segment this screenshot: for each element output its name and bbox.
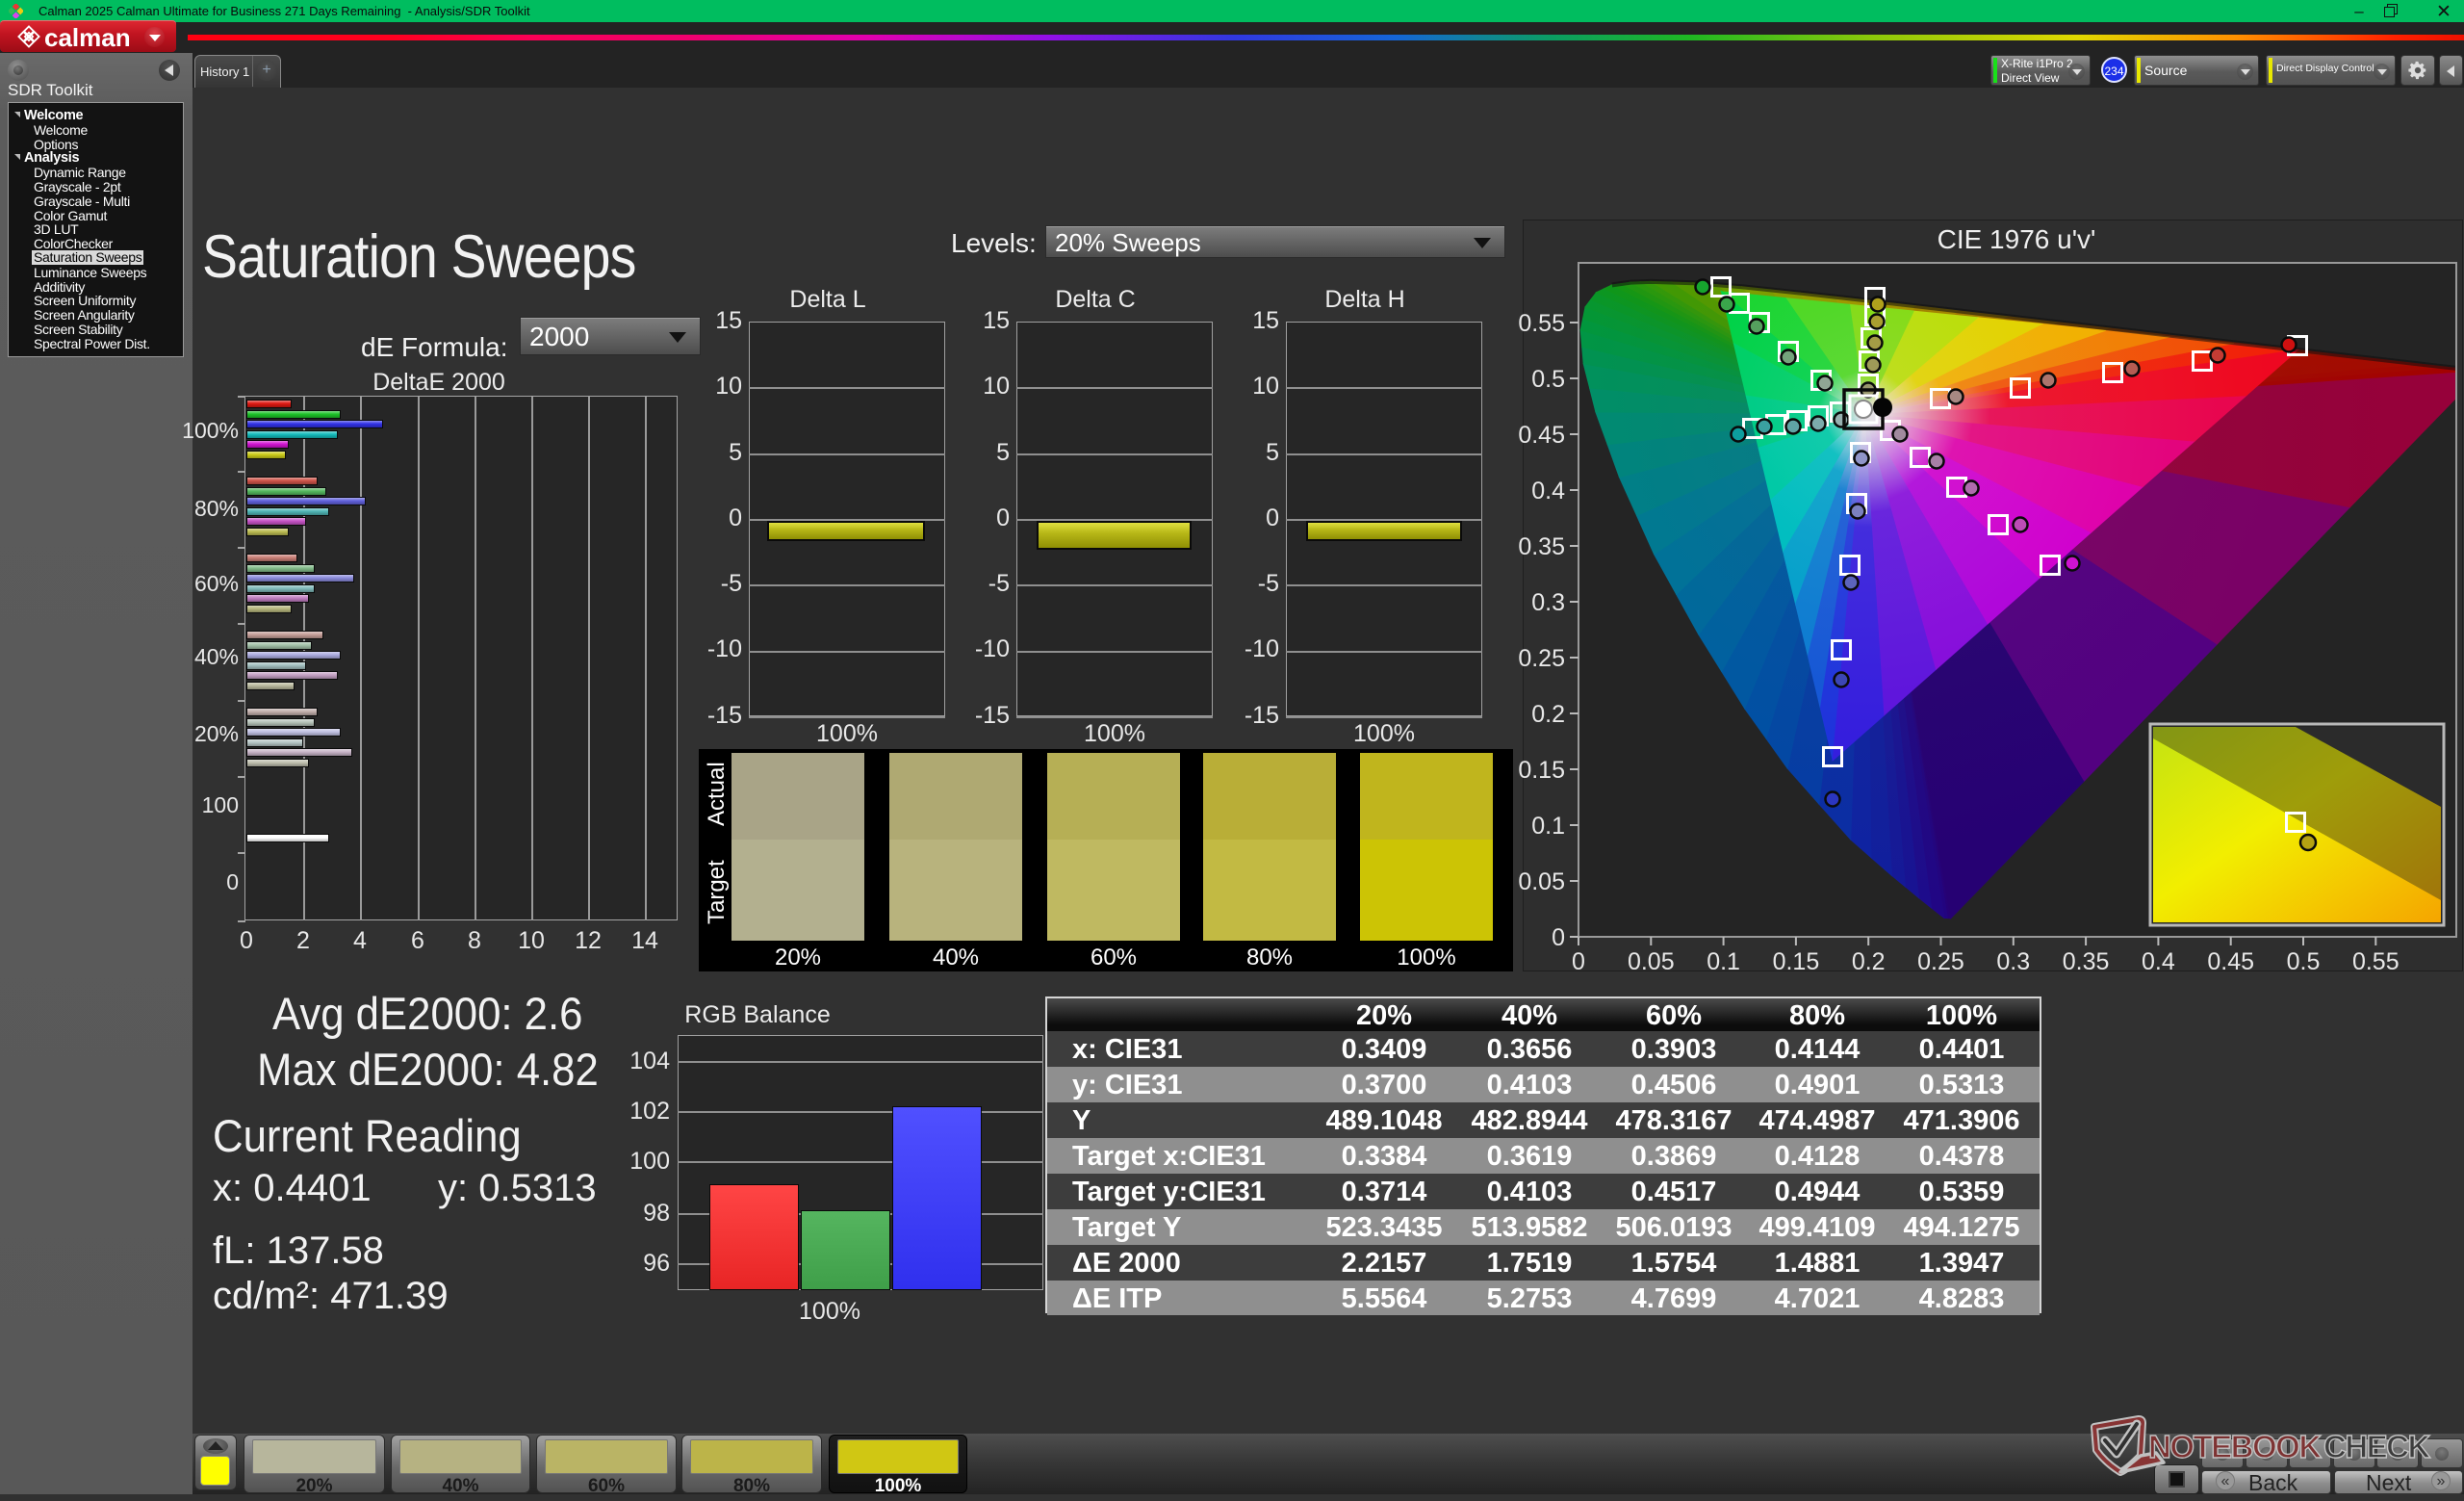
svg-text:CIE 1976 u'v': CIE 1976 u'v' (1938, 224, 2096, 254)
svg-text:0.35: 0.35 (1518, 533, 1565, 560)
svg-text:0.2: 0.2 (1531, 701, 1565, 728)
svg-text:0.35: 0.35 (2063, 948, 2110, 975)
svg-text:0: 0 (1552, 924, 1565, 951)
svg-text:0.1: 0.1 (1531, 813, 1565, 840)
svg-text:0.4: 0.4 (1531, 478, 1565, 505)
svg-text:0.25: 0.25 (1917, 948, 1964, 975)
svg-text:0.45: 0.45 (1518, 422, 1565, 449)
svg-text:0.4: 0.4 (2142, 948, 2175, 975)
svg-text:0.1: 0.1 (1707, 948, 1740, 975)
svg-text:NOTEBOOK: NOTEBOOK (2148, 1429, 2322, 1464)
svg-text:0.3: 0.3 (1996, 948, 2030, 975)
svg-text:0.05: 0.05 (1518, 868, 1565, 895)
svg-text:0.5: 0.5 (2287, 948, 2321, 975)
svg-text:0.55: 0.55 (1518, 310, 1565, 337)
svg-text:0.2: 0.2 (1852, 948, 1886, 975)
svg-text:0.05: 0.05 (1628, 948, 1675, 975)
svg-text:0.3: 0.3 (1531, 589, 1565, 616)
svg-text:0.15: 0.15 (1518, 757, 1565, 784)
svg-text:0.25: 0.25 (1518, 645, 1565, 672)
svg-text:0.55: 0.55 (2352, 948, 2400, 975)
svg-text:0: 0 (1572, 948, 1585, 975)
svg-text:0.15: 0.15 (1773, 948, 1820, 975)
svg-text:CHECK: CHECK (2323, 1429, 2431, 1464)
svg-text:0.45: 0.45 (2207, 948, 2254, 975)
svg-text:0.5: 0.5 (1531, 366, 1565, 393)
